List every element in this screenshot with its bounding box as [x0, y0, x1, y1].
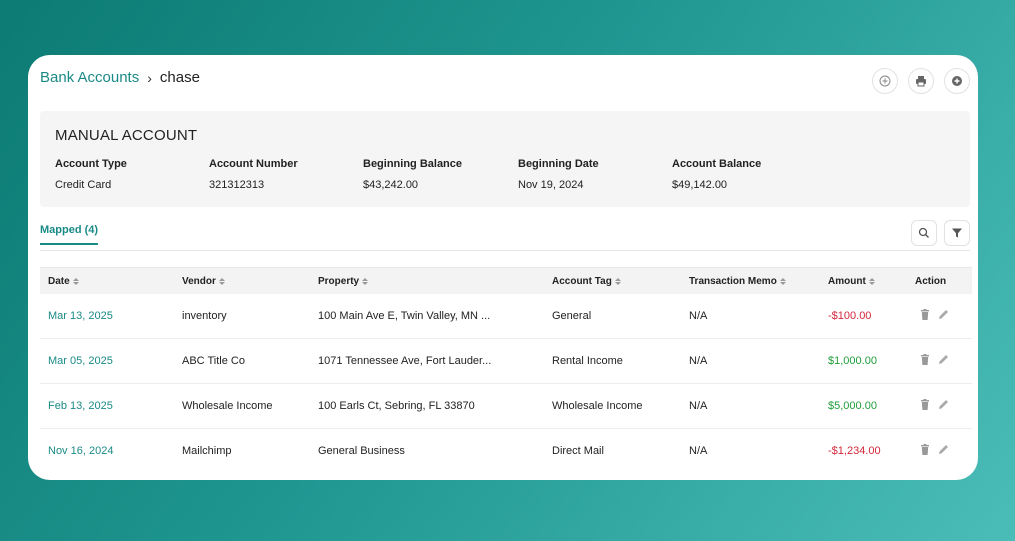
- cell-date[interactable]: Nov 16, 2024: [48, 445, 113, 457]
- cell-memo: N/A: [689, 400, 708, 412]
- tab-mapped[interactable]: Mapped (4): [40, 224, 99, 245]
- cell-vendor: inventory: [182, 310, 227, 322]
- add-button[interactable]: [872, 68, 898, 94]
- sort-icon: [72, 278, 79, 285]
- breadcrumb-current: chase: [159, 69, 200, 86]
- field-label: Account Number: [209, 158, 298, 170]
- sort-icon: [868, 278, 875, 285]
- edit-icon[interactable]: [938, 399, 949, 410]
- edit-icon[interactable]: [938, 309, 949, 320]
- transactions-table: Date Vendor Property Account Tag Transac…: [40, 267, 972, 474]
- cell-vendor: Mailchimp: [182, 445, 232, 457]
- cell-property: General Business: [318, 445, 405, 457]
- edit-icon[interactable]: [938, 354, 949, 365]
- cell-property: 100 Earls Ct, Sebring, FL 33870: [318, 400, 475, 412]
- column-label: Vendor: [182, 276, 216, 287]
- field-value: $49,142.00: [672, 179, 728, 191]
- field-label: Account Balance: [672, 158, 762, 170]
- table-tools: [911, 220, 970, 246]
- row-actions: [920, 399, 949, 410]
- row-actions: [920, 309, 949, 320]
- cell-amount: $5,000.00: [828, 400, 877, 412]
- tab-bar: Mapped (4): [40, 220, 970, 251]
- column-header-transaction-memo[interactable]: Transaction Memo: [689, 276, 786, 287]
- column-header-account-tag[interactable]: Account Tag: [552, 276, 621, 287]
- cell-account-tag: General: [552, 310, 592, 322]
- account-number-field: Account Number 321312313: [209, 158, 298, 191]
- breadcrumb-bank-accounts-link[interactable]: Bank Accounts: [40, 69, 139, 86]
- field-label: Account Type: [55, 158, 127, 170]
- cell-date[interactable]: Feb 13, 2025: [48, 400, 113, 412]
- field-value: Nov 19, 2024: [518, 179, 584, 191]
- sort-icon: [614, 278, 621, 285]
- trash-icon[interactable]: [920, 309, 930, 320]
- table-row: Mar 05, 2025 ABC Title Co 1071 Tennessee…: [40, 339, 972, 384]
- field-label: Beginning Balance: [363, 158, 463, 170]
- cell-vendor: Wholesale Income: [182, 400, 273, 412]
- trash-icon[interactable]: [920, 399, 930, 410]
- header-actions: [872, 68, 970, 94]
- column-label: Property: [318, 276, 360, 287]
- sort-icon: [779, 278, 786, 285]
- account-detail-card: Bank Accounts › chase MANUAL ACCOUNT Acc…: [28, 55, 978, 480]
- field-label: Beginning Date: [518, 158, 599, 170]
- add-circle-icon: [952, 76, 962, 86]
- filter-button[interactable]: [944, 220, 970, 246]
- cell-date[interactable]: Mar 13, 2025: [48, 310, 113, 322]
- column-label: Amount: [828, 276, 866, 287]
- cell-memo: N/A: [689, 445, 708, 457]
- cell-vendor: ABC Title Co: [182, 355, 245, 367]
- cell-account-tag: Direct Mail: [552, 445, 604, 457]
- edit-icon[interactable]: [938, 444, 949, 455]
- cell-memo: N/A: [689, 355, 708, 367]
- cell-account-tag: Wholesale Income: [552, 400, 643, 412]
- column-label: Date: [48, 276, 70, 287]
- print-button[interactable]: [908, 68, 934, 94]
- account-title: MANUAL ACCOUNT: [55, 127, 198, 144]
- table-row: Mar 13, 2025 inventory 100 Main Ave E, T…: [40, 294, 972, 339]
- cell-date[interactable]: Mar 05, 2025: [48, 355, 113, 367]
- sort-icon: [362, 278, 369, 285]
- column-header-property[interactable]: Property: [318, 276, 369, 287]
- cell-amount: -$100.00: [828, 310, 872, 322]
- add-icon: [879, 75, 891, 87]
- trash-icon[interactable]: [920, 354, 930, 365]
- account-type-field: Account Type Credit Card: [55, 158, 127, 191]
- beginning-balance-field: Beginning Balance $43,242.00: [363, 158, 462, 191]
- row-actions: [920, 444, 949, 455]
- chevron-right-icon: ›: [147, 69, 152, 86]
- column-label: Account Tag: [552, 276, 612, 287]
- cell-property: 1071 Tennessee Ave, Fort Lauder...: [318, 355, 492, 367]
- table-row: Nov 16, 2024 Mailchimp General Business …: [40, 429, 972, 474]
- cell-amount: $1,000.00: [828, 355, 877, 367]
- field-value: $43,242.00: [363, 179, 419, 191]
- column-header-action: Action: [915, 276, 947, 287]
- row-actions: [920, 354, 949, 365]
- account-balance-field: Account Balance $49,142.00: [672, 158, 761, 191]
- column-header-amount[interactable]: Amount: [828, 276, 875, 287]
- column-header-vendor[interactable]: Vendor: [182, 276, 225, 287]
- field-value: 321312313: [209, 179, 265, 191]
- breadcrumb: Bank Accounts › chase: [40, 69, 200, 86]
- search-icon: [918, 227, 929, 238]
- cell-amount: -$1,234.00: [828, 445, 881, 457]
- trash-icon[interactable]: [920, 444, 930, 455]
- beginning-date-field: Beginning Date Nov 19, 2024: [518, 158, 599, 191]
- cell-memo: N/A: [689, 310, 708, 322]
- table-row: Feb 13, 2025 Wholesale Income 100 Earls …: [40, 384, 972, 429]
- add-account-button[interactable]: [944, 68, 970, 94]
- search-button[interactable]: [911, 220, 937, 246]
- print-icon: [916, 76, 926, 87]
- column-header-date[interactable]: Date: [48, 276, 79, 287]
- field-value: Credit Card: [55, 179, 112, 191]
- account-summary-panel: MANUAL ACCOUNT Account Type Credit Card …: [40, 111, 970, 207]
- cell-account-tag: Rental Income: [552, 355, 623, 367]
- table-header: Date Vendor Property Account Tag Transac…: [40, 267, 972, 294]
- sort-icon: [218, 278, 225, 285]
- column-label: Transaction Memo: [689, 276, 777, 287]
- filter-icon: [952, 228, 962, 238]
- cell-property: 100 Main Ave E, Twin Valley, MN ...: [318, 310, 491, 322]
